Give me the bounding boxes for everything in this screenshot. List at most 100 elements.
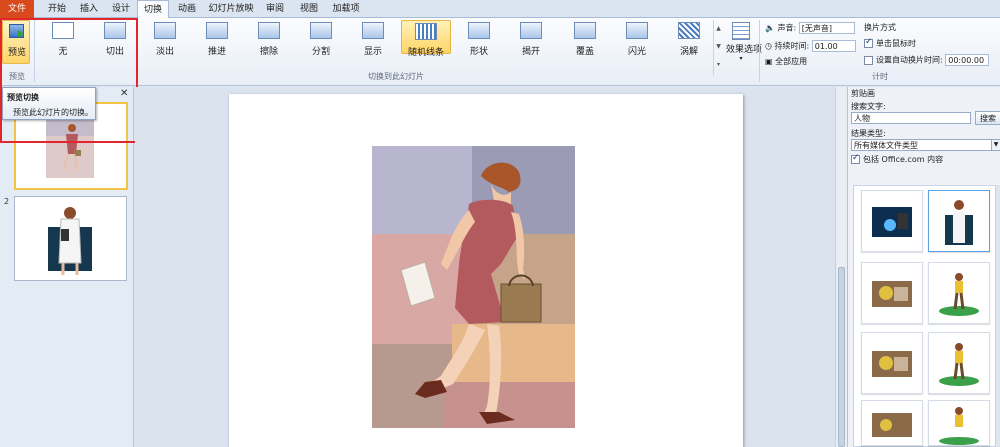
include-office-checkbox[interactable]: [851, 153, 860, 164]
preview-icon: [9, 24, 24, 38]
clip-result-photo-3[interactable]: [861, 400, 923, 446]
transition-shape[interactable]: 形状: [464, 22, 494, 58]
effect-options-button[interactable]: 效果选项 ▾: [726, 20, 762, 76]
clip-photo-image: [872, 281, 912, 307]
sound-select[interactable]: [无声音]: [798, 22, 855, 34]
transition-fade-label: 淡出: [155, 47, 174, 57]
clip-welder-image: [872, 207, 912, 237]
tab-review[interactable]: 审阅: [260, 0, 290, 18]
transition-fade[interactable]: 淡出: [150, 22, 180, 58]
clip-result-photo-2[interactable]: [861, 332, 923, 394]
transition-none-icon: [52, 22, 74, 39]
transition-random-bars[interactable]: 随机线条: [401, 20, 451, 58]
close-icon[interactable]: ✕: [120, 88, 128, 99]
transition-cut-icon: [104, 22, 126, 39]
clip-golfer-image: [939, 343, 979, 386]
transition-split-icon: [310, 22, 332, 39]
transition-random-bars-label: 随机线条: [407, 48, 444, 58]
apply-all-button[interactable]: ▣ 全部应用: [765, 56, 807, 67]
transition-none[interactable]: 无: [48, 22, 78, 58]
slide-number: 2: [4, 197, 10, 206]
clock-icon: ◷: [765, 41, 772, 51]
auto-advance-input[interactable]: 00:00.00: [945, 54, 990, 66]
effect-options-dropdown-icon: ▾: [739, 55, 743, 62]
transition-push-label: 推进: [207, 47, 226, 57]
clip-results: [853, 185, 996, 447]
sound-icon: 🔈: [765, 23, 775, 33]
transition-cut-label: 切出: [105, 47, 124, 57]
transition-uncover[interactable]: 揭开: [516, 22, 546, 58]
transition-flash-label: 闪光: [627, 47, 646, 57]
duration-input[interactable]: 01.00: [811, 40, 856, 52]
on-click-row[interactable]: 单击鼠标时: [864, 37, 916, 49]
auto-advance-checkbox[interactable]: [864, 55, 873, 65]
clip-result-golfer-1[interactable]: [928, 262, 990, 324]
duration-label: 持续时间:: [774, 41, 810, 51]
clip-doctor-image: [945, 200, 973, 245]
tab-design[interactable]: 设计: [106, 0, 136, 18]
slide-thumbnail-2[interactable]: [14, 196, 127, 281]
transition-shape-icon: [468, 22, 490, 39]
tab-transitions[interactable]: 切换: [137, 0, 169, 19]
search-button[interactable]: 搜索: [975, 111, 1000, 125]
chevron-down-icon[interactable]: ▼: [991, 140, 1000, 150]
transition-reveal[interactable]: 显示: [358, 22, 388, 58]
transition-push[interactable]: 推进: [202, 22, 232, 58]
clip-golfer-image: [939, 407, 979, 445]
slides-panel: 1 2: [0, 87, 134, 447]
tooltip-text: 预览此幻灯片的切换。: [13, 108, 93, 117]
transition-uncover-label: 揭开: [521, 47, 540, 57]
transition-wipe[interactable]: 擦除: [254, 22, 284, 58]
clip-result-golfer-3[interactable]: [928, 400, 990, 446]
preview-tooltip: 预览切换 预览此幻灯片的切换。: [2, 87, 96, 120]
clip-result-doctor[interactable]: [928, 190, 990, 252]
tab-slideshow[interactable]: 幻灯片放映: [204, 0, 258, 18]
advance-slide-title: 换片方式: [864, 23, 896, 32]
gallery-down-icon[interactable]: ▼: [714, 38, 723, 56]
on-click-checkbox[interactable]: [864, 37, 873, 48]
gallery-scrollbar[interactable]: ▲ ▼ ▾: [713, 20, 723, 76]
transition-cover[interactable]: 覆盖: [570, 22, 600, 58]
transition-flash[interactable]: 闪光: [622, 22, 652, 58]
result-type-value: 所有媒体文件类型: [854, 141, 918, 150]
transition-flash-icon: [626, 22, 648, 39]
slide-2-thumbnail-image: [48, 207, 92, 275]
canvas-vertical-scrollbar[interactable]: [835, 87, 847, 447]
preview-button[interactable]: 预览: [2, 20, 30, 64]
clip-result-welder[interactable]: [861, 190, 923, 252]
transition-wipe-label: 擦除: [259, 47, 278, 57]
clip-results-scrollbar[interactable]: [996, 185, 1000, 447]
tooltip-title: 预览切换: [7, 93, 39, 102]
transition-split[interactable]: 分割: [306, 22, 336, 58]
sound-label: 声音:: [777, 23, 797, 33]
gallery-up-icon[interactable]: ▲: [714, 20, 723, 38]
transition-random-bars-icon: [415, 23, 437, 40]
group-label-preview: 预览: [9, 72, 25, 81]
tab-file[interactable]: 文件: [0, 0, 34, 18]
include-office-row[interactable]: 包括 Office.com 内容: [851, 153, 943, 165]
result-type-select[interactable]: 所有媒体文件类型 ▼: [851, 139, 1000, 151]
ribbon-tab-bar: 文件 开始 插入 设计 切换 动画 幻灯片放映 审阅 视图 加载项: [0, 0, 1000, 19]
transition-dissolve[interactable]: 涡解: [674, 22, 704, 58]
transition-cut[interactable]: 切出: [100, 22, 130, 58]
group-label-transitions: 切换到此幻灯片: [368, 72, 424, 81]
clip-result-golfer-2[interactable]: [928, 332, 990, 394]
clip-result-photo-1[interactable]: [861, 262, 923, 324]
transition-cover-icon: [574, 22, 596, 39]
on-click-label: 单击鼠标时: [876, 39, 916, 48]
scrollbar-thumb[interactable]: [838, 267, 845, 447]
transition-dissolve-label: 涡解: [679, 47, 698, 57]
tab-addins[interactable]: 加载项: [328, 0, 364, 18]
tab-home[interactable]: 开始: [42, 0, 72, 18]
search-input[interactable]: 人物: [851, 112, 971, 124]
apply-all-label: 全部应用: [775, 57, 808, 66]
tab-view[interactable]: 视图: [294, 0, 324, 18]
transition-reveal-label: 显示: [363, 47, 382, 57]
auto-advance-value: 00:00.00: [948, 56, 985, 65]
woman-clipart[interactable]: [229, 94, 743, 447]
tab-animations[interactable]: 动画: [172, 0, 202, 18]
tab-insert[interactable]: 插入: [74, 0, 104, 18]
ribbon: 预览 预览 无 切出 淡出 推进 擦除 分割 显示 随机线条 形状 揭开 覆盖 …: [0, 18, 1000, 86]
slide-canvas[interactable]: [229, 94, 743, 447]
auto-advance-row[interactable]: 设置自动换片时间: 00:00.00: [864, 54, 990, 66]
